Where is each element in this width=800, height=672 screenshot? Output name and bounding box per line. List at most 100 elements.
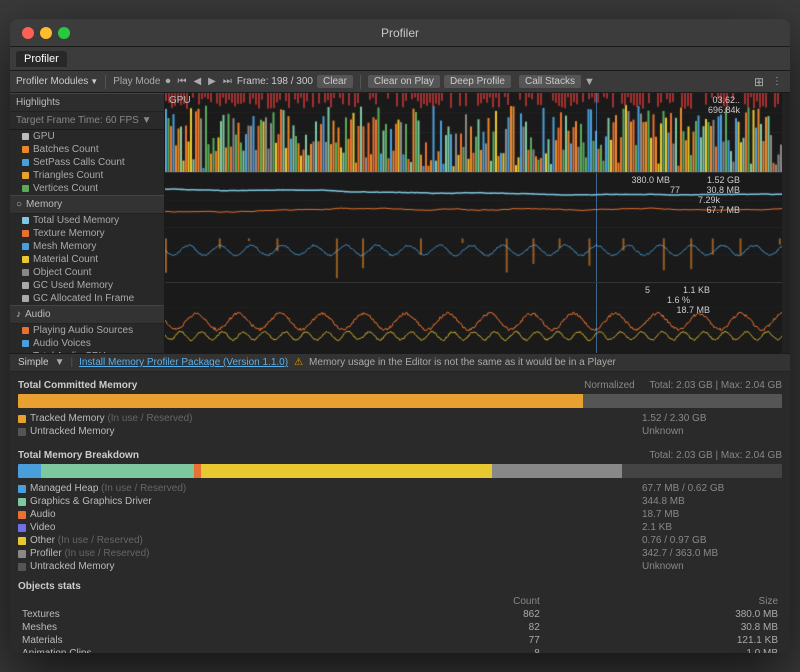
highlights-label: Highlights xyxy=(16,97,60,108)
batches-count-item[interactable]: Batches Count xyxy=(10,143,164,156)
tracked-detail: (In use / Reserved) xyxy=(107,413,192,424)
texture-memory-item[interactable]: Texture Memory xyxy=(10,227,164,240)
profiler-window: Profiler Profiler Profiler Modules ▼ Pla… xyxy=(10,19,790,653)
record-button[interactable]: ⏺ xyxy=(163,76,172,87)
setpass-count-item[interactable]: SetPass Calls Count xyxy=(10,156,164,169)
gc-used-memory-item[interactable]: GC Used Memory xyxy=(10,279,164,292)
chevron-down-icon: ▼ xyxy=(90,77,98,86)
play-mode-area: Play Mode ⏺ ⏮ ◀ ▶ ⏭ Frame: 198 / 300 xyxy=(113,76,313,87)
table-row[interactable]: Materials 77 121.1 KB xyxy=(18,634,782,647)
install-label[interactable]: Install Memory Profiler Package (Version… xyxy=(79,357,288,368)
untracked2-value: Unknown xyxy=(642,561,782,572)
audio-value-1: 1.1 KB xyxy=(683,285,710,295)
table-row[interactable]: Animation Clips 8 1.0 MB xyxy=(18,647,782,653)
deep-profile-button[interactable]: Deep Profile xyxy=(444,75,511,88)
highlights-section-header[interactable]: Highlights xyxy=(10,93,164,112)
materials-label: Materials xyxy=(18,634,381,647)
meshes-count: 82 xyxy=(381,621,544,634)
step-forward-button[interactable]: ▶ xyxy=(206,76,218,87)
breakdown-bar xyxy=(18,464,782,478)
cpu-value-1: 03.62.. xyxy=(712,95,740,105)
animation-clips-label: Animation Clips xyxy=(18,647,381,653)
callstacks-area: Call Stacks ▼ xyxy=(519,75,595,88)
cpu-value-2: 696.84k xyxy=(708,105,740,115)
triangles-count-item[interactable]: Triangles Count xyxy=(10,169,164,182)
target-frame[interactable]: Target Frame Time: 60 FPS ▼ xyxy=(10,112,164,130)
texture-memory-dot xyxy=(22,230,29,237)
step-back-button[interactable]: ◀ xyxy=(191,76,203,87)
managed-heap-bar xyxy=(18,464,41,478)
total-breakdown-section: Total Memory Breakdown Total: 2.03 GB | … xyxy=(10,442,790,577)
material-count-dot xyxy=(22,256,29,263)
minimize-button[interactable] xyxy=(40,27,52,39)
materials-count: 77 xyxy=(381,634,544,647)
options-button[interactable]: ⋮ xyxy=(770,76,784,87)
breakdown-right: Total: 2.03 GB | Max: 2.04 GB xyxy=(649,450,782,461)
audio-bar xyxy=(194,464,202,478)
profiler-bar xyxy=(492,464,622,478)
objects-stats-title: Objects stats xyxy=(18,581,782,592)
table-row[interactable]: Textures 862 380.0 MB xyxy=(18,608,782,621)
audio-value-2: 5 xyxy=(645,285,650,295)
tracked-bar-segment xyxy=(18,394,583,408)
gpu-item[interactable]: GPU xyxy=(10,130,164,143)
vertices-count-item[interactable]: Vertices Count xyxy=(10,182,164,195)
managed-heap-dot xyxy=(18,485,26,493)
gpu-dot xyxy=(22,133,29,140)
col-name-header xyxy=(18,595,381,608)
graphics-row: Graphics & Graphics Driver 344.8 MB xyxy=(18,495,782,508)
managed-heap-name: Managed Heap (In use / Reserved) xyxy=(30,483,638,494)
audio-section-header[interactable]: ♪ Audio xyxy=(10,305,164,324)
layout-button[interactable]: ⊞ xyxy=(752,75,766,89)
other-row: Other (In use / Reserved) 0.76 / 0.97 GB xyxy=(18,534,782,547)
other-value: 0.76 / 0.97 GB xyxy=(642,535,782,546)
content-area: Highlights Target Frame Time: 60 FPS ▼ G… xyxy=(10,93,790,653)
cpu-graph-label: GPU xyxy=(169,95,191,106)
mem-timeline-cursor xyxy=(596,173,597,282)
next-frame-button[interactable]: ⏭ xyxy=(221,76,234,87)
table-row[interactable]: Meshes 82 30.8 MB xyxy=(18,621,782,634)
managed-heap-row: Managed Heap (In use / Reserved) 67.7 MB… xyxy=(18,482,782,495)
triangles-count-dot xyxy=(22,172,29,179)
total-used-memory-item[interactable]: Total Used Memory xyxy=(10,214,164,227)
clear-button[interactable]: Clear xyxy=(317,75,353,88)
scrollbar[interactable] xyxy=(782,93,790,353)
memory-section-header[interactable]: ○ Memory xyxy=(10,195,164,214)
meshes-label: Meshes xyxy=(18,621,381,634)
gc-allocated-frame-dot xyxy=(22,295,29,302)
animation-clips-count: 8 xyxy=(381,647,544,653)
call-stacks-button[interactable]: Call Stacks xyxy=(519,75,581,88)
close-button[interactable] xyxy=(22,27,34,39)
profiler-graphs-area: Highlights Target Frame Time: 60 FPS ▼ G… xyxy=(10,93,790,353)
profiler-row: Profiler (In use / Reserved) 342.7 / 363… xyxy=(18,547,782,560)
clear-on-play-button[interactable]: Clear on Play xyxy=(368,75,440,88)
mesh-memory-item[interactable]: Mesh Memory xyxy=(10,240,164,253)
playing-audio-item[interactable]: Playing Audio Sources xyxy=(10,324,164,337)
managed-heap-value: 67.7 MB / 0.62 GB xyxy=(642,483,782,494)
vertices-count-dot xyxy=(22,185,29,192)
other-dot xyxy=(18,537,26,545)
audio-graph-section: 1.1 KB 5 1.6 % 18.7 MB xyxy=(165,283,790,353)
window-title: Profiler xyxy=(381,26,419,40)
graph-panel: GPU 03.62.. 696.84k 1.52 GB 380.0 MB 30.… xyxy=(165,93,790,353)
managed-heap-detail: (In use / Reserved) xyxy=(101,483,186,494)
batches-count-dot xyxy=(22,146,29,153)
material-count-item[interactable]: Material Count xyxy=(10,253,164,266)
col-size-header: Size xyxy=(544,595,782,608)
object-count-item[interactable]: Object Count xyxy=(10,266,164,279)
prev-frame-button[interactable]: ⏮ xyxy=(175,76,188,87)
timeline-cursor xyxy=(596,93,597,172)
profiler-tab[interactable]: Profiler xyxy=(16,51,67,67)
other-detail: (In use / Reserved) xyxy=(58,535,143,546)
title-bar: Profiler xyxy=(10,19,790,47)
setpass-count-dot xyxy=(22,159,29,166)
modules-button[interactable]: Profiler Modules ▼ xyxy=(16,76,98,87)
separator3: | xyxy=(70,357,73,368)
tracked-color-dot xyxy=(18,415,26,423)
maximize-button[interactable] xyxy=(58,27,70,39)
profiler-value: 342.7 / 363.0 MB xyxy=(642,548,782,559)
textures-label: Textures xyxy=(18,608,381,621)
simple-label[interactable]: Simple xyxy=(18,357,49,368)
audio-voices-item[interactable]: Audio Voices xyxy=(10,337,164,350)
gc-allocated-frame-item[interactable]: GC Allocated In Frame xyxy=(10,292,164,305)
